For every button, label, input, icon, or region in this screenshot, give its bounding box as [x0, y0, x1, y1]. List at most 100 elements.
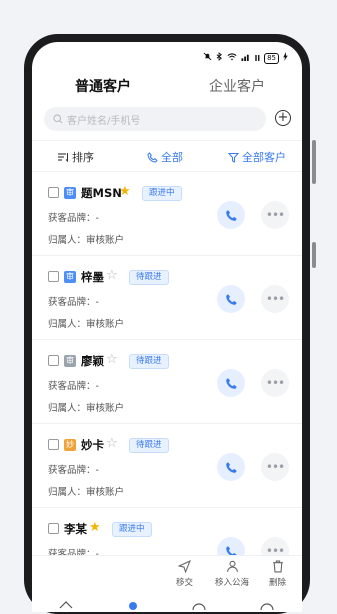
customer-name: 李某	[64, 522, 87, 536]
transfer-label: 移交	[176, 578, 194, 588]
volume-button	[312, 140, 316, 184]
brand-row: 获客品牌：-	[48, 378, 99, 392]
tab-enterprise-customers[interactable]: 企业客户	[209, 76, 265, 96]
more-button[interactable]: •••	[261, 201, 289, 229]
avatar: 审	[64, 187, 76, 199]
call-button[interactable]	[217, 453, 245, 481]
brand-value: -	[95, 297, 99, 308]
select-checkbox[interactable]	[48, 271, 59, 282]
move-to-public-button[interactable]: 移入公海	[215, 560, 249, 588]
power-button	[312, 242, 316, 268]
brand-label: 获客品牌：	[48, 213, 96, 224]
owner-label: 归属人：	[48, 319, 87, 330]
funnel-icon	[228, 152, 239, 163]
more-icon: •••	[265, 460, 285, 474]
sort-icon	[58, 152, 69, 162]
batch-action-bar: 移交 移入公海 删除	[32, 555, 302, 594]
customers-nav-icon[interactable]	[128, 596, 138, 612]
brand-row: 获客品牌：-	[48, 210, 99, 224]
owner-value: 审核账户	[86, 403, 125, 414]
call-button[interactable]	[217, 201, 245, 229]
owner-label: 归属人：	[48, 235, 87, 246]
status-badge: 待跟进	[129, 270, 169, 285]
trash-icon	[269, 560, 286, 574]
sort-button[interactable]: 排序	[58, 149, 94, 165]
more-icon: •••	[265, 208, 285, 222]
owner-value: 审核账户	[86, 235, 125, 246]
signal-text: ll	[254, 53, 261, 63]
status-badge: 待跟进	[129, 354, 169, 369]
brand-label: 获客品牌：	[48, 465, 96, 476]
star-filled-icon[interactable]: ★	[119, 184, 131, 199]
owner-row: 归属人：审核账户	[48, 232, 124, 246]
owner-row: 归属人：审核账户	[48, 316, 124, 330]
star-filled-icon[interactable]: ★	[89, 520, 101, 535]
status-badge: 待跟进	[129, 438, 169, 453]
send-icon	[176, 560, 193, 574]
star-outline-icon[interactable]: ☆	[106, 352, 118, 367]
more-button[interactable]: •••	[261, 285, 289, 313]
select-checkbox[interactable]	[48, 523, 59, 534]
customer-name: 妙卡	[81, 438, 104, 452]
owner-value: 审核账户	[86, 487, 125, 498]
more-icon: •••	[265, 376, 285, 390]
owner-label: 归属人：	[48, 487, 87, 498]
battery-level: 85	[264, 52, 279, 64]
delete-label: 删除	[269, 578, 287, 588]
customer-name: 梓墨	[81, 270, 104, 284]
bluetooth-icon	[216, 52, 223, 64]
call-button[interactable]	[217, 285, 245, 313]
delete-button[interactable]: 删除	[269, 560, 286, 588]
wifi-icon	[227, 52, 237, 64]
avatar: 审	[64, 355, 76, 367]
select-checkbox[interactable]	[48, 439, 59, 450]
brand-label: 获客品牌：	[48, 297, 96, 308]
select-checkbox[interactable]	[48, 187, 59, 198]
owner-row: 归属人：审核账户	[48, 484, 124, 498]
star-outline-icon[interactable]: ☆	[106, 436, 118, 451]
brand-row: 获客品牌：-	[48, 294, 99, 308]
search-input[interactable]: 客户姓名/手机号	[44, 107, 266, 131]
customer-card[interactable]: 审 廖颖 ☆ 待跟进 获客品牌：- 归属人：审核账户 •••	[32, 340, 302, 424]
call-filter-dropdown[interactable]: 全部	[147, 149, 183, 165]
customer-card[interactable]: 妙 妙卡 ☆ 待跟进 获客品牌：- 归属人：审核账户 •••	[32, 424, 302, 508]
brand-value: -	[95, 465, 99, 476]
profile-nav-icon[interactable]	[260, 596, 274, 612]
brand-value: -	[95, 381, 99, 392]
status-bar: ll 85	[203, 52, 288, 64]
app-screen: ll 85 普通客户 企业客户 客户姓名/手机号 + 排序 全部 全部客户 审 …	[32, 42, 302, 612]
status-badge: 跟进中	[112, 522, 152, 537]
filter-bar: 排序 全部 全部客户	[32, 140, 302, 172]
phone-filter-icon	[147, 151, 158, 163]
user-move-icon	[215, 560, 249, 574]
bottom-nav	[32, 593, 302, 612]
status-badge: 跟进中	[142, 186, 182, 201]
move-to-public-label: 移入公海	[215, 578, 250, 588]
select-checkbox[interactable]	[48, 355, 59, 366]
plus-icon: +	[277, 110, 289, 125]
sort-label: 排序	[72, 151, 94, 164]
customer-type-tabs: 普通客户 企业客户	[32, 76, 302, 98]
messages-nav-icon[interactable]	[192, 596, 206, 612]
home-icon[interactable]	[59, 596, 73, 612]
search-icon	[53, 114, 63, 124]
phone-icon	[225, 461, 238, 474]
more-icon: •••	[265, 292, 285, 306]
phone-icon	[225, 209, 238, 222]
charging-icon	[283, 52, 288, 64]
star-outline-icon[interactable]: ☆	[106, 268, 118, 283]
more-button[interactable]: •••	[261, 369, 289, 397]
search-placeholder: 客户姓名/手机号	[67, 115, 141, 127]
phone-icon	[225, 377, 238, 390]
customer-card[interactable]: 审 题MSN ★ 跟进中 获客品牌：- 归属人：审核账户 •••	[32, 172, 302, 256]
avatar: 妙	[64, 439, 76, 451]
transfer-button[interactable]: 移交	[176, 560, 193, 588]
add-customer-button[interactable]: +	[275, 110, 291, 126]
call-button[interactable]	[217, 369, 245, 397]
tab-normal-customers[interactable]: 普通客户	[75, 76, 131, 96]
call-filter-label: 全部	[161, 151, 183, 164]
customer-card[interactable]: 审 梓墨 ☆ 待跟进 获客品牌：- 归属人：审核账户 •••	[32, 256, 302, 340]
customer-filter-dropdown[interactable]: 全部客户	[228, 149, 286, 165]
more-button[interactable]: •••	[261, 453, 289, 481]
customer-name: 题MSN	[81, 186, 122, 200]
